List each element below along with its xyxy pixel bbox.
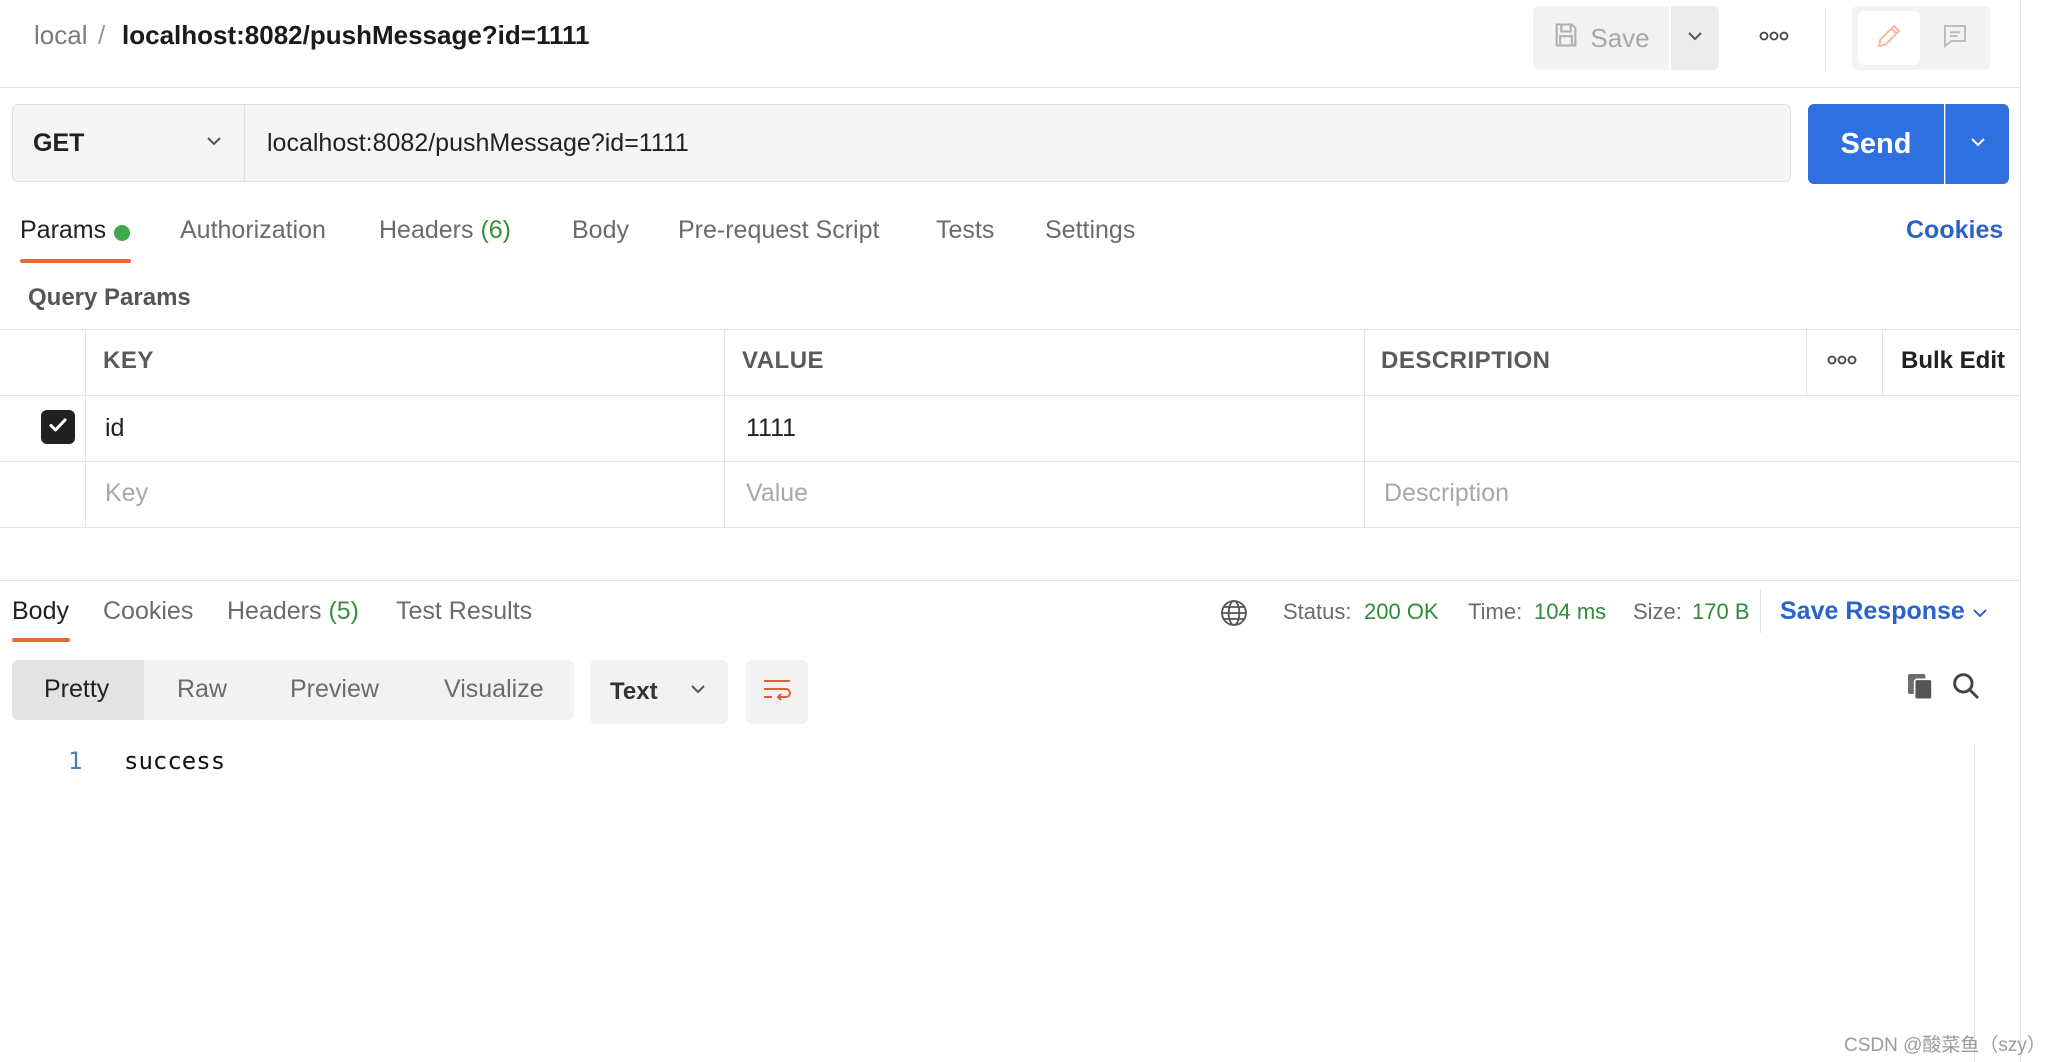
response-tab-body[interactable]: Body [12,597,69,626]
wrap-lines-button[interactable] [746,660,808,724]
params-active-indicator [114,225,130,241]
tab-headers-count: (6) [480,216,512,244]
table-border-bottom [0,527,2020,528]
status-label: Status: [1283,599,1352,624]
response-tab-headers[interactable]: Headers (5) [227,597,359,626]
tab-headers-label: Headers [379,216,474,244]
checkmark-icon [46,413,70,442]
table-col-divider [85,329,86,527]
http-method-select[interactable]: GET [12,104,244,182]
status-divider [1760,589,1761,633]
header-divider [1825,10,1826,70]
response-section-divider [0,580,2020,581]
view-mode-preview[interactable]: Preview [290,675,379,704]
size-value[interactable]: 170 B [1692,599,1750,625]
bulk-edit-button[interactable]: Bulk Edit [1901,347,2005,375]
more-horizontal-icon [1759,29,1789,47]
request-name[interactable]: localhost:8082/pushMessage?id=1111 [122,20,590,51]
chevron-down-icon [1685,26,1705,51]
more-horizontal-icon [1827,353,1857,371]
response-tab-body-underline [12,638,70,642]
chevron-down-icon [688,678,708,706]
editor-scrollbar-track[interactable] [1974,744,1975,1062]
response-body-text[interactable]: success [124,747,225,775]
documentation-toggle[interactable] [1858,11,1920,65]
chevron-down-icon [1968,132,1988,157]
param-value-cell[interactable]: 1111 [746,414,796,443]
copy-icon[interactable] [1904,670,1936,702]
column-header-description: DESCRIPTION [1381,347,1551,374]
table-col-divider [1882,329,1883,395]
send-label: Send [1840,127,1912,160]
response-tab-test-results[interactable]: Test Results [396,597,532,626]
globe-icon[interactable] [1218,597,1250,629]
save-label: Save [1590,22,1650,53]
tab-tests[interactable]: Tests [936,216,994,245]
save-button[interactable]: Save [1533,6,1669,70]
view-mode-visualize[interactable]: Visualize [444,675,544,704]
time-label: Time: [1468,599,1523,624]
response-tab-headers-label: Headers [227,597,322,625]
tab-params[interactable]: Params [20,216,106,245]
new-param-key-input[interactable]: Key [105,479,148,508]
breadcrumb-separator: / [98,20,106,50]
param-key-cell[interactable]: id [105,414,124,443]
status-value[interactable]: 200 OK [1364,599,1439,625]
table-border-top [0,329,2020,330]
response-format-value: Text [610,678,658,705]
save-options-dropdown[interactable] [1671,6,1719,70]
new-param-value-input[interactable]: Value [746,479,808,508]
table-col-divider [724,329,725,527]
chevron-down-icon [204,129,224,158]
param-enabled-checkbox[interactable] [41,410,75,444]
table-col-divider [1364,329,1365,527]
send-options-dropdown[interactable] [1945,104,2009,184]
column-options-button[interactable] [1824,350,1860,374]
response-format-select[interactable]: Text [590,660,728,724]
tab-authorization[interactable]: Authorization [180,216,326,245]
url-input[interactable]: localhost:8082/pushMessage?id=1111 [244,104,1791,182]
save-icon [1552,21,1580,56]
time-value[interactable]: 104 ms [1534,599,1606,625]
watermark: CSDN @酸菜鱼（szy） [1844,1035,2046,1056]
size-label: Size: [1633,599,1682,624]
new-param-description-input[interactable]: Description [1384,479,1509,508]
comments-toggle[interactable] [1924,11,1986,65]
query-params-title: Query Params [28,284,191,311]
http-method-value: GET [33,128,85,157]
cookies-link[interactable]: Cookies [1906,216,2003,245]
table-row-divider [0,461,2020,462]
tab-headers[interactable]: Headers (6) [379,216,511,245]
response-tab-headers-count: (5) [328,597,360,625]
view-mode-pretty[interactable]: Pretty [44,675,109,704]
wrap-lines-icon [761,676,793,709]
search-icon[interactable] [1950,670,1982,702]
more-actions-button[interactable] [1752,22,1796,54]
send-button[interactable]: Send [1808,104,1944,184]
code-line-number: 1 [68,747,83,775]
tab-body[interactable]: Body [572,216,629,245]
pane-right-border [2020,0,2021,1062]
column-header-key: KEY [103,347,154,374]
save-response-button[interactable]: Save Response [1780,597,1965,626]
table-header-divider [0,395,2020,396]
view-mode-raw[interactable]: Raw [177,675,227,704]
breadcrumb-collection[interactable]: local [34,20,87,51]
chevron-down-icon[interactable] [1970,603,1990,628]
response-tab-cookies[interactable]: Cookies [103,597,193,626]
tab-pre-request-script[interactable]: Pre-request Script [678,216,879,245]
url-value: localhost:8082/pushMessage?id=1111 [267,128,689,157]
comment-icon [1940,21,1970,56]
tab-params-underline [20,259,131,263]
pencil-icon [1874,21,1904,56]
tab-settings[interactable]: Settings [1045,216,1135,245]
table-col-divider [1806,329,1807,395]
column-header-value: VALUE [742,347,825,374]
